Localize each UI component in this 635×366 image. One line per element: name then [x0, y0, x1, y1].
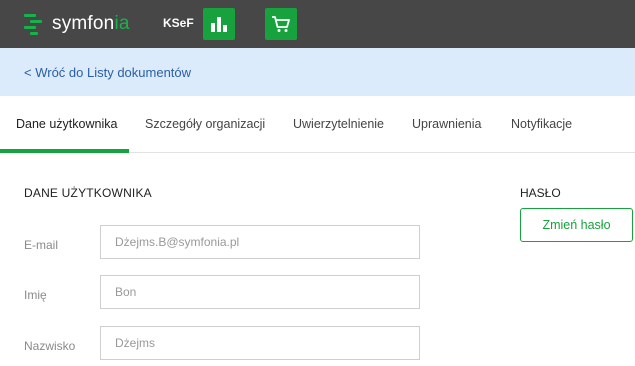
logo-text: symfonia: [52, 13, 130, 34]
shop-app-button[interactable]: [265, 8, 297, 40]
back-bar: < Wróć do Listy dokumentów: [0, 48, 635, 96]
tab-organization-details[interactable]: Szczegóły organizacji: [145, 117, 265, 131]
tab-authentication[interactable]: Uwierzytelnienie: [293, 117, 384, 131]
email-label: E-mail: [24, 238, 59, 252]
email-field[interactable]: [100, 225, 420, 259]
bar-chart-icon: [211, 17, 227, 32]
symfonia-logo[interactable]: symfonia: [24, 12, 130, 36]
top-bar: symfonia KSeF: [0, 0, 635, 48]
cart-icon: [272, 16, 290, 32]
password-section-title: HASŁO: [520, 186, 561, 200]
analytics-app-button[interactable]: [203, 8, 235, 40]
first-name-field[interactable]: [100, 275, 420, 309]
tab-user-data[interactable]: Dane użytkownika: [16, 117, 117, 131]
last-name-label: Nazwisko: [24, 339, 76, 353]
last-name-field[interactable]: [100, 326, 420, 360]
active-tab-indicator: [0, 149, 129, 153]
tab-notifications[interactable]: Notyfikacje: [511, 117, 572, 131]
settings-tabs: Dane użytkownika Szczegóły organizacji U…: [0, 96, 635, 153]
tab-permissions[interactable]: Uprawnienia: [412, 117, 481, 131]
app-name: KSeF: [163, 16, 194, 30]
change-password-button[interactable]: Zmień hasło: [520, 208, 633, 242]
user-data-section-title: DANE UŻYTKOWNIKA: [24, 186, 152, 200]
logo-mark-icon: [24, 13, 44, 35]
first-name-label: Imię: [24, 288, 47, 302]
back-to-documents-link[interactable]: < Wróć do Listy dokumentów: [24, 65, 191, 80]
